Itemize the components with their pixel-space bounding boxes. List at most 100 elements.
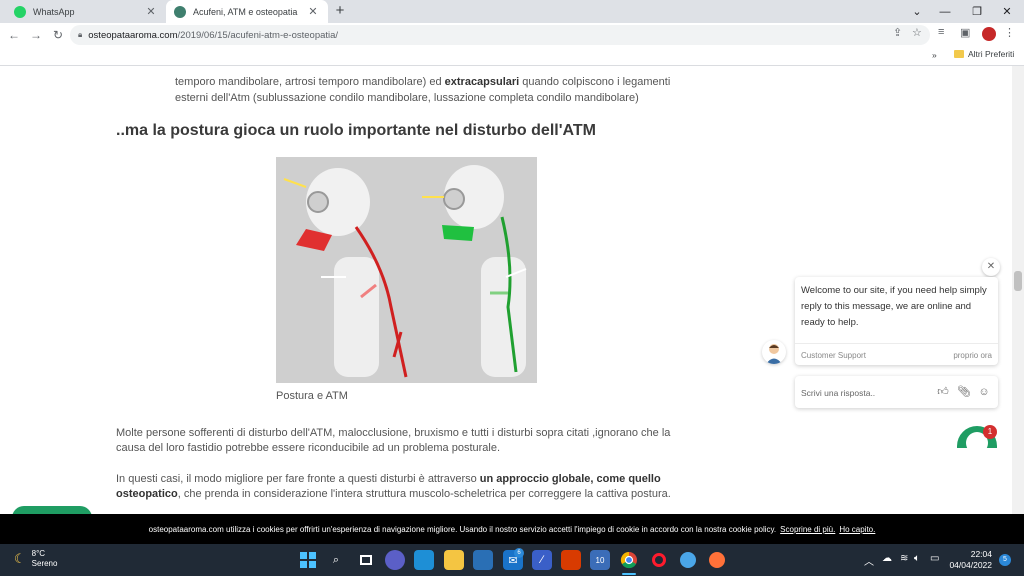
- profile-avatar-icon[interactable]: [982, 27, 996, 41]
- body-paragraph-2: In questi casi, il modo migliore per far…: [116, 472, 686, 502]
- site-favicon-icon: [174, 5, 186, 18]
- menu-kebab-icon[interactable]: ⋮: [1004, 26, 1015, 39]
- side-panel-icon[interactable]: ▣: [960, 26, 970, 39]
- new-tab-button[interactable]: +: [332, 3, 348, 19]
- chat-reply-input[interactable]: Scrivi una risposta..: [801, 388, 875, 398]
- intro-paragraph: temporo mandibolare, artrosi temporo man…: [175, 66, 695, 106]
- bookmark-folder-label: Altri Preferiti: [968, 49, 1015, 59]
- notification-badge[interactable]: 5: [999, 554, 1011, 566]
- close-tab-icon[interactable]: ✕: [306, 5, 320, 18]
- emoji-icon[interactable]: ☺: [977, 385, 991, 399]
- address-bar[interactable]: 🔒︎ osteopataaroma.com/2019/06/15/acufeni…: [70, 25, 930, 45]
- windows-logo-icon: [300, 552, 316, 568]
- cookie-more-link[interactable]: Scoprine di più.: [780, 525, 835, 534]
- reload-icon[interactable]: ↻: [50, 27, 66, 43]
- office-icon[interactable]: [561, 550, 581, 570]
- cloud-icon[interactable]: ☁: [882, 553, 892, 564]
- section-heading: ..ma la postura gioca un ruolo important…: [116, 122, 596, 139]
- thumbs-up-icon[interactable]: 👍︎: [936, 385, 950, 399]
- chat-timestamp: proprio ora: [953, 351, 992, 360]
- chat-close-icon[interactable]: ✕: [982, 258, 1000, 276]
- cookie-accept-link[interactable]: Ho capito.: [839, 525, 875, 534]
- clock-time: 22:04: [970, 549, 992, 559]
- tab-acufeni[interactable]: Acufeni, ATM e osteopatia ✕: [166, 0, 328, 23]
- tab-whatsapp[interactable]: WhatsApp ✕: [6, 0, 166, 23]
- weather-temp: 8°C: [31, 549, 46, 558]
- opera-ring: [652, 553, 666, 567]
- forward-icon[interactable]: →: [28, 27, 44, 43]
- folder-icon: [954, 50, 964, 58]
- floating-green-button[interactable]: [12, 506, 92, 514]
- cookie-consent-bar: osteopataaroma.com utilizza i cookies pe…: [0, 514, 1024, 544]
- tab-strip: WhatsApp ✕ Acufeni, ATM e osteopatia ✕ +…: [0, 0, 1024, 23]
- scrollbar-thumb[interactable]: [1014, 271, 1022, 291]
- wifi-icon[interactable]: ≋: [900, 553, 908, 564]
- intro-text: temporo mandibolare, artrosi temporo man…: [175, 76, 445, 88]
- mail-badge: 6: [514, 548, 524, 558]
- intro-bold: extracapsulari: [444, 76, 520, 88]
- chat-unread-badge: 1: [983, 425, 997, 439]
- app-icon[interactable]: ∕: [532, 550, 552, 570]
- chrome-logo-icon: [620, 551, 637, 569]
- close-window-button[interactable]: ✕: [990, 0, 1024, 23]
- calendar-icon[interactable]: 10: [590, 550, 610, 570]
- chat-agent-name: Customer Support: [801, 351, 866, 360]
- page-scrollbar[interactable]: [1012, 66, 1024, 514]
- tray-chevron-icon[interactable]: ︿: [864, 553, 874, 568]
- search-icon[interactable]: ⌕: [326, 550, 346, 570]
- attachment-icon[interactable]: 📎︎: [957, 385, 971, 399]
- firefox-icon[interactable]: [707, 550, 727, 570]
- body-paragraph-1: Molte persone sofferenti di disturbo del…: [116, 427, 671, 454]
- agent-avatar-icon: [766, 344, 782, 364]
- minimize-button[interactable]: —: [928, 0, 962, 23]
- chrome-icon[interactable]: [619, 550, 639, 570]
- battery-icon[interactable]: ▭: [930, 553, 939, 564]
- para2-text: In questi casi, il modo migliore per far…: [116, 473, 480, 485]
- bookmark-star-icon[interactable]: ☆: [912, 26, 922, 39]
- store-icon[interactable]: [473, 550, 493, 570]
- url-path: /2019/06/15/acufeni-atm-e-osteopatia/: [177, 29, 339, 41]
- posture-skeleton-image: [276, 157, 537, 383]
- teams-chat-icon[interactable]: [385, 550, 405, 570]
- chat-welcome-message: Welcome to our site, if you need help si…: [801, 285, 987, 328]
- para2-text-rest: , che prenda in considerazione l'intera …: [177, 488, 671, 500]
- weather-widget[interactable]: ☾ 8°C Sereno: [14, 549, 57, 569]
- moon-icon: ☾: [14, 551, 26, 566]
- task-view-shape: [360, 555, 372, 565]
- weather-condition: Sereno: [31, 559, 58, 568]
- start-button[interactable]: [298, 550, 318, 570]
- figure-caption: Postura e ATM: [276, 390, 348, 402]
- bookmark-folder-other[interactable]: Altri Preferiti: [954, 49, 1014, 59]
- weather-text: 8°C Sereno: [32, 549, 58, 569]
- clock-date: 04/04/2022: [949, 560, 992, 570]
- system-clock[interactable]: 22:04 04/04/2022: [946, 549, 992, 571]
- chat-message-card: Welcome to our site, if you need help si…: [795, 277, 998, 365]
- task-view-icon[interactable]: [356, 550, 376, 570]
- whatsapp-icon: [14, 5, 26, 18]
- reading-list-icon[interactable]: ≡: [938, 26, 944, 38]
- posture-illustration: [276, 157, 537, 383]
- share-icon[interactable]: ⇪: [893, 26, 902, 39]
- close-tab-icon[interactable]: ✕: [144, 5, 158, 18]
- volume-icon[interactable]: 🔈︎: [914, 553, 920, 564]
- tab-label: WhatsApp: [33, 6, 75, 17]
- firefox-shape: [709, 552, 725, 568]
- back-icon[interactable]: ←: [6, 27, 22, 43]
- chat-meta: Customer Support proprio ora: [795, 343, 998, 365]
- cut-off-line: [175, 66, 695, 74]
- lock-icon: 🔒︎: [78, 30, 83, 39]
- globe-app-icon[interactable]: [678, 550, 698, 570]
- chat-reply-box[interactable]: Scrivi una risposta.. 👍︎ 📎︎ ☺: [795, 376, 998, 408]
- opera-icon[interactable]: [649, 550, 669, 570]
- bookmarks-overflow-icon[interactable]: »: [932, 50, 937, 60]
- windows-taskbar: ☾ 8°C Sereno ⌕ ✉ 6 ∕ 10 ︿ ☁ ≋ 🔈︎ ▭ 22:04…: [0, 544, 1024, 576]
- maximize-button[interactable]: ❐: [960, 0, 994, 23]
- url-host: osteopataaroma.com: [88, 29, 178, 41]
- support-agent-avatar: [762, 340, 786, 364]
- intro-line-2: esterni dell'Atm (sublussazione condilo …: [175, 92, 639, 104]
- screen: WhatsApp ✕ Acufeni, ATM e osteopatia ✕ +…: [0, 0, 1024, 576]
- bookmarks-bar: » Altri Preferiti: [0, 46, 1024, 66]
- file-explorer-icon[interactable]: [444, 550, 464, 570]
- intro-line-1: temporo mandibolare, artrosi temporo man…: [175, 74, 695, 90]
- widgets-icon[interactable]: [414, 550, 434, 570]
